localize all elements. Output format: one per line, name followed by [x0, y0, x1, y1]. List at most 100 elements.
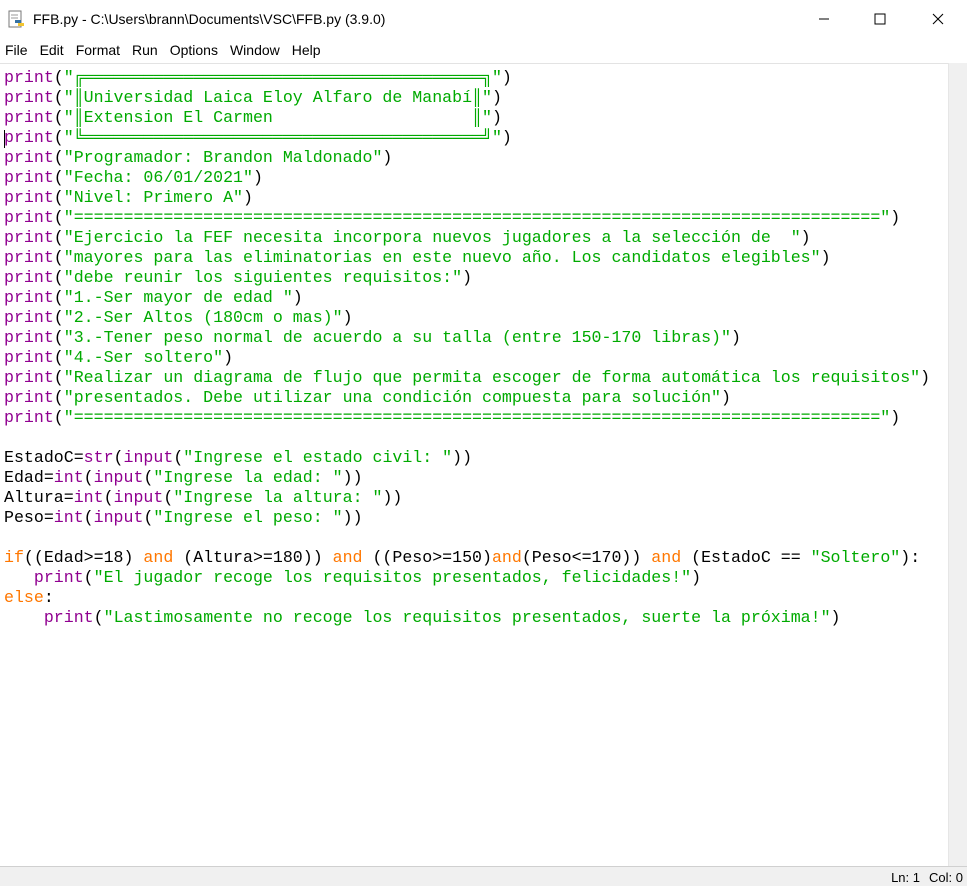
menu-format[interactable]: Format — [71, 42, 127, 58]
builtin-token: print — [4, 228, 54, 247]
code-line[interactable]: print("Lastimosamente no recoge los requ… — [4, 608, 930, 628]
keyword-token: and — [491, 548, 522, 567]
builtin-token: input — [123, 448, 174, 467]
code-token: ( — [53, 248, 64, 267]
code-line[interactable]: else: — [4, 588, 930, 608]
code-token: ) — [491, 108, 502, 127]
code-token: )) — [382, 488, 403, 507]
code-token: ) — [223, 348, 234, 367]
code-token: ) — [243, 188, 253, 207]
code-token: ( — [143, 508, 154, 527]
string-token: "=======================================… — [63, 408, 891, 427]
code-token: ( — [53, 168, 64, 187]
keyword-token: if — [4, 548, 24, 567]
menu-window[interactable]: Window — [225, 42, 287, 58]
maximize-button[interactable] — [852, 0, 908, 38]
string-token: "1.-Ser mayor de edad " — [63, 288, 293, 307]
vertical-scrollbar[interactable] — [948, 63, 967, 866]
code-line[interactable]: print("=================================… — [4, 408, 930, 428]
code-token: ( — [53, 128, 64, 147]
keyword-token: else — [4, 588, 44, 607]
string-token: "Programador: Brandon Maldonado" — [63, 148, 383, 167]
menu-help[interactable]: Help — [287, 42, 328, 58]
code-token: ( — [53, 288, 64, 307]
builtin-token: int — [53, 508, 84, 527]
string-token: "4.-Ser soltero" — [63, 348, 224, 367]
builtin-token: str — [83, 448, 114, 467]
maximize-icon — [874, 13, 886, 25]
string-token: "║Extension El Carmen ║" — [63, 108, 492, 127]
close-icon — [932, 13, 944, 25]
builtin-token: print — [4, 368, 54, 387]
code-line[interactable]: print("Nivel: Primero A") — [4, 188, 930, 208]
code-line[interactable]: print("Fecha: 06/01/2021") — [4, 168, 930, 188]
code-token: (EstadoC == — [681, 548, 811, 567]
code-line[interactable]: Peso=int(input("Ingrese el peso: ")) — [4, 508, 930, 528]
string-token: "Ejercicio la FEF necesita incorpora nue… — [63, 228, 801, 247]
code-line[interactable]: Edad=int(input("Ingrese la edad: ")) — [4, 468, 930, 488]
code-line[interactable]: print("║Universidad Laica Eloy Alfaro de… — [4, 88, 930, 108]
menu-options[interactable]: Options — [165, 42, 225, 58]
minimize-button[interactable] — [796, 0, 852, 38]
code-text[interactable]: print("╔════════════════════════════════… — [4, 68, 930, 628]
code-line[interactable]: EstadoC=str(input("Ingrese el estado civ… — [4, 448, 930, 468]
code-line[interactable]: Altura=int(input("Ingrese la altura: ")) — [4, 488, 930, 508]
code-line[interactable]: print("║Extension El Carmen ║") — [4, 108, 930, 128]
code-token: ( — [103, 488, 114, 507]
close-button[interactable] — [910, 0, 966, 38]
code-line[interactable]: print("debe reunir los siguientes requis… — [4, 268, 930, 288]
code-token: )) — [342, 508, 363, 527]
code-editor[interactable]: print("╔════════════════════════════════… — [0, 63, 948, 867]
code-line[interactable]: print("╔════════════════════════════════… — [4, 68, 930, 88]
code-token: Edad= — [4, 468, 54, 487]
code-token: ( — [53, 68, 64, 87]
menu-run[interactable]: Run — [127, 42, 165, 58]
code-line[interactable] — [4, 428, 930, 448]
code-line[interactable]: print("1.-Ser mayor de edad ") — [4, 288, 930, 308]
code-token: ( — [113, 448, 124, 467]
builtin-token: print — [4, 288, 54, 307]
builtin-token: print — [33, 568, 84, 587]
code-token: ) — [382, 148, 393, 167]
menu-file[interactable]: File — [0, 42, 35, 58]
string-token: "Ingrese el peso: " — [153, 508, 343, 527]
code-token: ( — [83, 508, 94, 527]
code-token: ( — [53, 268, 64, 287]
string-token: "Ingrese la altura: " — [173, 488, 383, 507]
menu-bar: File Edit Format Run Options Window Help — [0, 38, 967, 62]
menu-edit[interactable]: Edit — [35, 42, 71, 58]
code-line[interactable]: print("Ejercicio la FEF necesita incorpo… — [4, 228, 930, 248]
builtin-token: print — [4, 328, 54, 347]
code-line[interactable] — [4, 528, 930, 548]
code-token: : — [43, 588, 54, 607]
builtin-token: int — [53, 468, 84, 487]
code-line[interactable]: print("2.-Ser Altos (180cm o mas)") — [4, 308, 930, 328]
string-token: "╔══════════════════════════════════════… — [63, 68, 502, 87]
builtin-token: print — [4, 168, 54, 187]
code-token: ( — [53, 88, 64, 107]
code-line[interactable]: if((Edad>=18) and (Altura>=180)) and ((P… — [4, 548, 930, 568]
code-line[interactable]: print("Realizar un diagrama de flujo que… — [4, 368, 930, 388]
string-token: "El jugador recoge los requisitos presen… — [93, 568, 692, 587]
code-line[interactable]: print("4.-Ser soltero") — [4, 348, 930, 368]
code-token: Altura= — [4, 488, 74, 507]
code-line[interactable]: print("mayores para las eliminatorias en… — [4, 248, 930, 268]
string-token: "presentados. Debe utilizar una condició… — [63, 388, 721, 407]
code-token: ) — [730, 328, 741, 347]
code-line[interactable]: print("Programador: Brandon Maldonado") — [4, 148, 930, 168]
code-token: ): — [900, 548, 921, 567]
code-line[interactable]: print("presentados. Debe utilizar una co… — [4, 388, 930, 408]
builtin-token: print — [4, 308, 54, 327]
code-line[interactable]: print("El jugador recoge los requisitos … — [4, 568, 930, 588]
code-line[interactable]: print("=================================… — [4, 208, 930, 228]
string-token: "Soltero" — [810, 548, 901, 567]
code-line[interactable]: print("3.-Tener peso normal de acuerdo a… — [4, 328, 930, 348]
code-token: ( — [53, 348, 64, 367]
code-token: ( — [143, 468, 154, 487]
code-line[interactable]: print("╚════════════════════════════════… — [4, 128, 930, 148]
status-bar: Ln: 1 Col: 0 — [0, 866, 967, 886]
code-token: ( — [93, 608, 104, 627]
string-token: "Ingrese la edad: " — [153, 468, 343, 487]
